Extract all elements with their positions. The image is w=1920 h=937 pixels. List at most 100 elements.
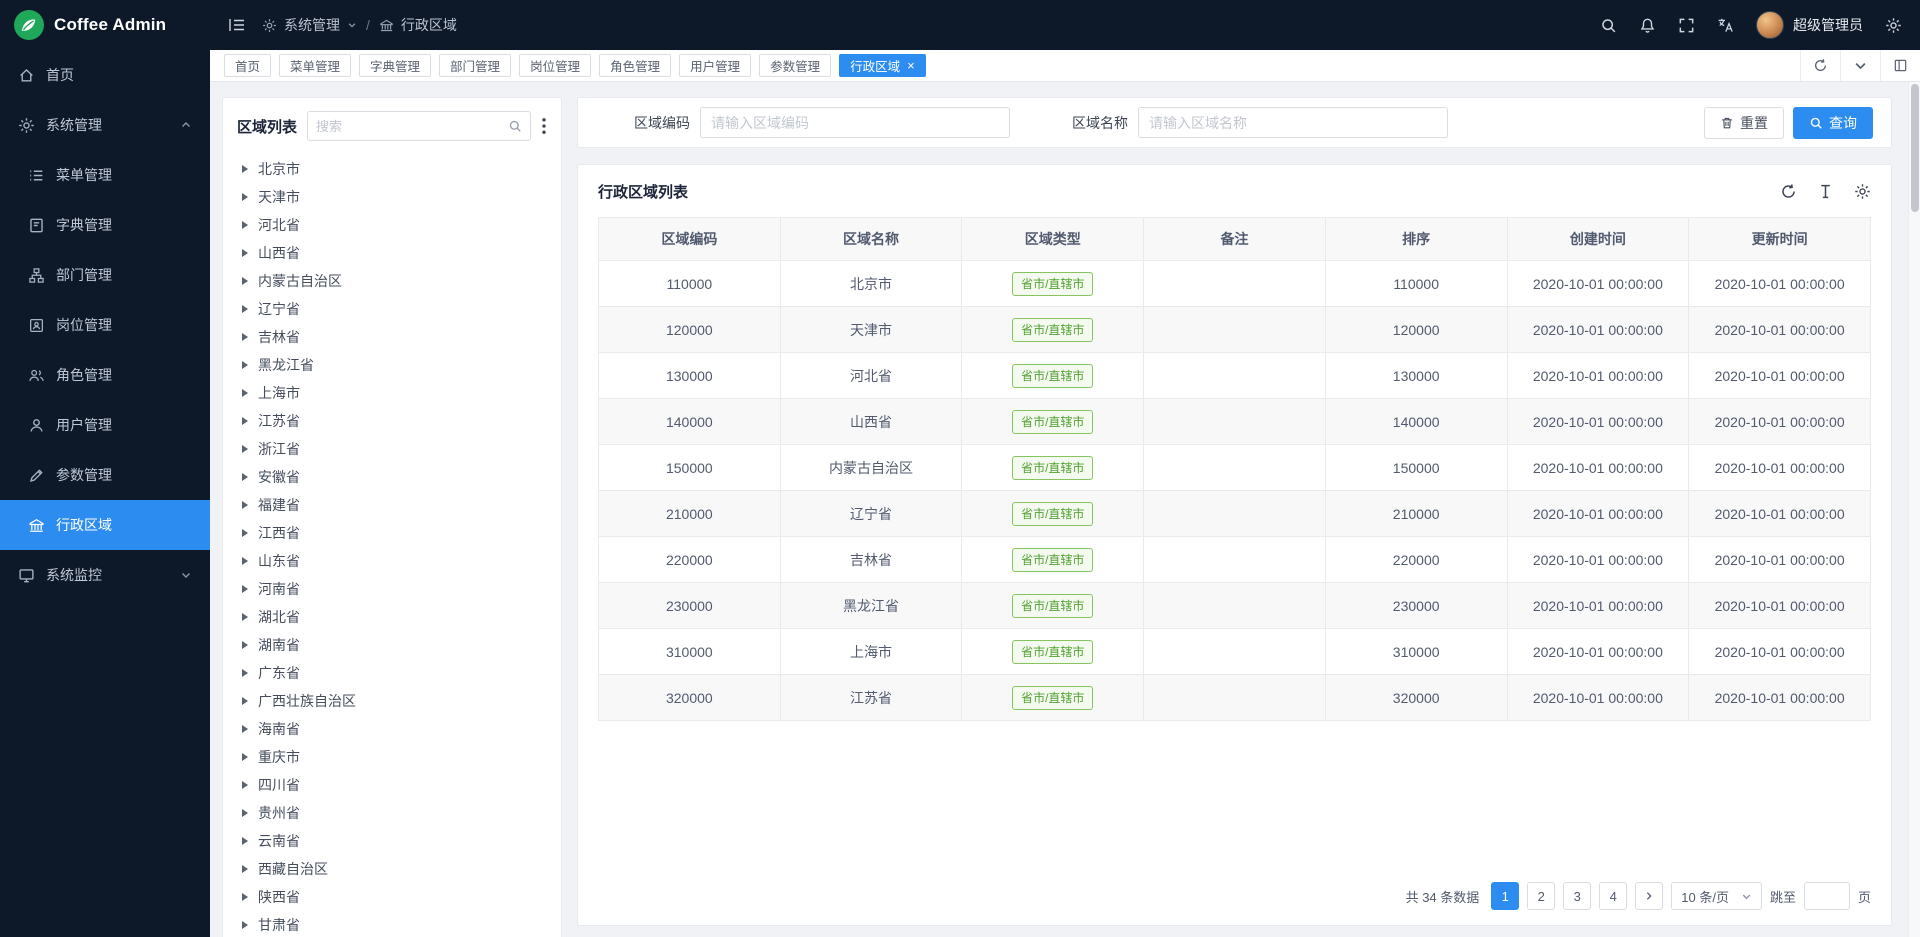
- refresh-icon[interactable]: [1780, 183, 1797, 200]
- bank-icon: [28, 517, 45, 534]
- sidebar-item-system-management[interactable]: 系统管理: [0, 100, 210, 150]
- tree-item[interactable]: 浙江省: [237, 435, 547, 463]
- tree-item[interactable]: 广东省: [237, 659, 547, 687]
- tree-item[interactable]: 福建省: [237, 491, 547, 519]
- tree-item[interactable]: 湖南省: [237, 631, 547, 659]
- sidebar-item-home[interactable]: 首页: [0, 50, 210, 100]
- tab-home[interactable]: 首页: [224, 54, 271, 77]
- jump-page-input[interactable]: [1804, 882, 1850, 910]
- tree-item[interactable]: 黑龙江省: [237, 351, 547, 379]
- tree-item[interactable]: 江苏省: [237, 407, 547, 435]
- tree-item-label: 浙江省: [258, 439, 300, 459]
- bell-icon[interactable]: [1639, 17, 1656, 34]
- table-row[interactable]: 130000 河北省 省市/直辖市 130000 2020-10-01 00:0…: [599, 353, 1871, 399]
- density-icon[interactable]: [1817, 183, 1834, 200]
- page-button-1[interactable]: 1: [1491, 882, 1519, 910]
- tree-item[interactable]: 湖北省: [237, 603, 547, 631]
- sidebar-item-menu-management[interactable]: 菜单管理: [0, 150, 210, 200]
- layout-toggle-button[interactable]: [1880, 50, 1920, 81]
- tab-region[interactable]: 行政区域 ×: [839, 54, 926, 77]
- search-icon[interactable]: [1600, 17, 1617, 34]
- tree-search-input[interactable]: [316, 119, 502, 134]
- tab-dict-management[interactable]: 字典管理: [359, 54, 431, 77]
- table-row[interactable]: 210000 辽宁省 省市/直辖市 210000 2020-10-01 00:0…: [599, 491, 1871, 537]
- reset-button[interactable]: 重置: [1704, 107, 1784, 139]
- sidebar-item-label: 系统监控: [46, 565, 102, 585]
- tree-item[interactable]: 陕西省: [237, 883, 547, 911]
- page-size-select[interactable]: 10 条/页: [1671, 882, 1762, 910]
- cell-updated: 2020-10-01 00:00:00: [1689, 583, 1871, 629]
- scrollbar-thumb[interactable]: [1911, 84, 1919, 212]
- tree-item[interactable]: 云南省: [237, 827, 547, 855]
- table-row[interactable]: 120000 天津市 省市/直辖市 120000 2020-10-01 00:0…: [599, 307, 1871, 353]
- sidebar-item-role-management[interactable]: 角色管理: [0, 350, 210, 400]
- tree-item[interactable]: 广西壮族自治区: [237, 687, 547, 715]
- page-button-2[interactable]: 2: [1527, 882, 1555, 910]
- tab-dept-management[interactable]: 部门管理: [439, 54, 511, 77]
- table-row[interactable]: 140000 山西省 省市/直辖市 140000 2020-10-01 00:0…: [599, 399, 1871, 445]
- tree-item[interactable]: 重庆市: [237, 743, 547, 771]
- breadcrumb-item-system[interactable]: 系统管理: [284, 15, 340, 35]
- tree-item[interactable]: 海南省: [237, 715, 547, 743]
- tree-item[interactable]: 内蒙古自治区: [237, 267, 547, 295]
- tree-item[interactable]: 西藏自治区: [237, 855, 547, 883]
- tree-item-label: 海南省: [258, 719, 300, 739]
- tab-param-management[interactable]: 参数管理: [759, 54, 831, 77]
- table-row[interactable]: 150000 内蒙古自治区 省市/直辖市 150000 2020-10-01 0…: [599, 445, 1871, 491]
- page-scrollbar[interactable]: [1908, 82, 1920, 937]
- tree-item[interactable]: 四川省: [237, 771, 547, 799]
- sidebar-item-dept-management[interactable]: 部门管理: [0, 250, 210, 300]
- tree-item[interactable]: 贵州省: [237, 799, 547, 827]
- region-name-input[interactable]: [1138, 107, 1448, 138]
- more-options-icon[interactable]: [541, 117, 547, 135]
- table-row[interactable]: 220000 吉林省 省市/直辖市 220000 2020-10-01 00:0…: [599, 537, 1871, 583]
- table-row[interactable]: 320000 江苏省 省市/直辖市 320000 2020-10-01 00:0…: [599, 675, 1871, 721]
- tab-role-management[interactable]: 角色管理: [599, 54, 671, 77]
- sidebar-collapse-icon[interactable]: [228, 17, 246, 33]
- search-button[interactable]: 查询: [1793, 107, 1873, 139]
- tab-user-management[interactable]: 用户管理: [679, 54, 751, 77]
- tree-item[interactable]: 上海市: [237, 379, 547, 407]
- region-code-input[interactable]: [700, 107, 1010, 138]
- tree-item[interactable]: 北京市: [237, 155, 547, 183]
- column-settings-gear-icon[interactable]: [1854, 183, 1871, 200]
- user-menu[interactable]: 超级管理员: [1756, 11, 1863, 39]
- sidebar-item-post-management[interactable]: 岗位管理: [0, 300, 210, 350]
- fullscreen-icon[interactable]: [1678, 17, 1695, 34]
- next-page-button[interactable]: [1635, 882, 1663, 910]
- tree-item[interactable]: 山西省: [237, 239, 547, 267]
- page-button-3[interactable]: 3: [1563, 882, 1591, 910]
- tree-item[interactable]: 河北省: [237, 211, 547, 239]
- tab-options-button[interactable]: [1840, 50, 1880, 81]
- tree-item[interactable]: 安徽省: [237, 463, 547, 491]
- tree-item-label: 河南省: [258, 579, 300, 599]
- region-type-tag: 省市/直辖市: [1012, 410, 1093, 434]
- tree-item[interactable]: 吉林省: [237, 323, 547, 351]
- sidebar-item-system-monitor[interactable]: 系统监控: [0, 550, 210, 600]
- settings-gear-icon[interactable]: [1885, 17, 1902, 34]
- sidebar-item-region[interactable]: 行政区域: [0, 500, 210, 550]
- tab-menu-management[interactable]: 菜单管理: [279, 54, 351, 77]
- search-icon[interactable]: [508, 119, 522, 133]
- tree-item[interactable]: 辽宁省: [237, 295, 547, 323]
- tree-item[interactable]: 甘肃省: [237, 911, 547, 937]
- tree-item[interactable]: 天津市: [237, 183, 547, 211]
- breadcrumb-item-current: 行政区域: [401, 15, 457, 35]
- page-button-4[interactable]: 4: [1599, 882, 1627, 910]
- close-icon[interactable]: ×: [907, 59, 915, 72]
- chevron-right-icon: [1644, 891, 1654, 901]
- sidebar-item-user-management[interactable]: 用户管理: [0, 400, 210, 450]
- tree-item-label: 西藏自治区: [258, 859, 328, 879]
- tree-item[interactable]: 山东省: [237, 547, 547, 575]
- table-row[interactable]: 110000 北京市 省市/直辖市 110000 2020-10-01 00:0…: [599, 261, 1871, 307]
- logo[interactable]: Coffee Admin: [0, 0, 210, 50]
- table-row[interactable]: 230000 黑龙江省 省市/直辖市 230000 2020-10-01 00:…: [599, 583, 1871, 629]
- refresh-tab-button[interactable]: [1800, 50, 1840, 81]
- sidebar-item-param-management[interactable]: 参数管理: [0, 450, 210, 500]
- translate-icon[interactable]: [1717, 17, 1734, 34]
- tab-post-management[interactable]: 岗位管理: [519, 54, 591, 77]
- tree-item[interactable]: 江西省: [237, 519, 547, 547]
- sidebar-item-dict-management[interactable]: 字典管理: [0, 200, 210, 250]
- tree-item[interactable]: 河南省: [237, 575, 547, 603]
- table-row[interactable]: 310000 上海市 省市/直辖市 310000 2020-10-01 00:0…: [599, 629, 1871, 675]
